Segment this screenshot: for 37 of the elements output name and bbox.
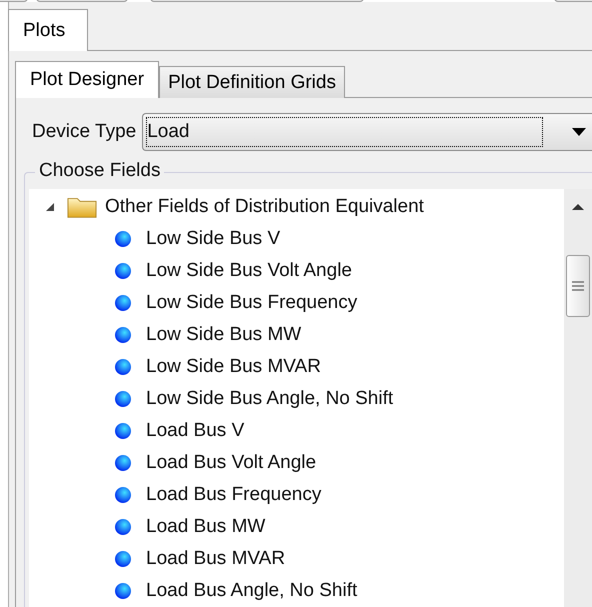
tree-item[interactable]: Low Side Bus MVAR	[146, 356, 321, 378]
bullet-icon	[114, 550, 132, 568]
tree-item[interactable]: Load Bus Angle, No Shift	[146, 580, 358, 602]
bullet-icon	[114, 454, 132, 472]
tree-item[interactable]: Load Bus V	[146, 420, 244, 442]
grip-icon	[572, 281, 584, 291]
tree-item[interactable]: Low Side Bus V	[146, 228, 280, 250]
bullet-icon	[114, 262, 132, 280]
bullet-icon	[114, 518, 132, 536]
tab[interactable]: Plot Definition Grids	[159, 66, 345, 98]
folder-icon	[67, 195, 97, 219]
tree-item[interactable]: Load Bus MVAR	[146, 548, 286, 570]
field-label: Device Type	[31, 121, 136, 143]
scroll-thumb[interactable]	[566, 255, 590, 317]
tree-item[interactable]: Other Fields of Distribution Equivalent	[105, 196, 424, 218]
bullet-icon	[114, 486, 132, 504]
bullet-icon	[114, 390, 132, 408]
collapse-icon[interactable]	[45, 202, 55, 212]
tree-item[interactable]: Load Bus Volt Angle	[146, 452, 316, 474]
bullet-icon	[114, 582, 132, 600]
tree-item[interactable]: Low Side Bus MW	[146, 324, 302, 346]
tab[interactable]: Plots	[8, 9, 88, 51]
bullet-icon	[114, 422, 132, 440]
tab[interactable]: Plot Designer	[15, 61, 160, 98]
tree-item[interactable]: Load Bus MW	[146, 516, 266, 538]
tree-item[interactable]: Load Bus Frequency	[146, 484, 322, 506]
scrollbar[interactable]	[564, 189, 592, 607]
bullet-icon	[114, 230, 132, 248]
scroll-up-icon[interactable]	[572, 203, 584, 211]
tree-item[interactable]: Low Side Bus Volt Angle	[146, 260, 352, 282]
bullet-icon	[114, 358, 132, 376]
bullet-icon	[114, 326, 132, 344]
tree-item[interactable]: Low Side Bus Frequency	[146, 292, 358, 314]
caret-icon	[572, 128, 586, 136]
device-type-dropdown[interactable]: Load	[142, 113, 592, 151]
bullet-icon	[114, 294, 132, 312]
tree-item[interactable]: Low Side Bus Angle, No Shift	[146, 388, 394, 410]
